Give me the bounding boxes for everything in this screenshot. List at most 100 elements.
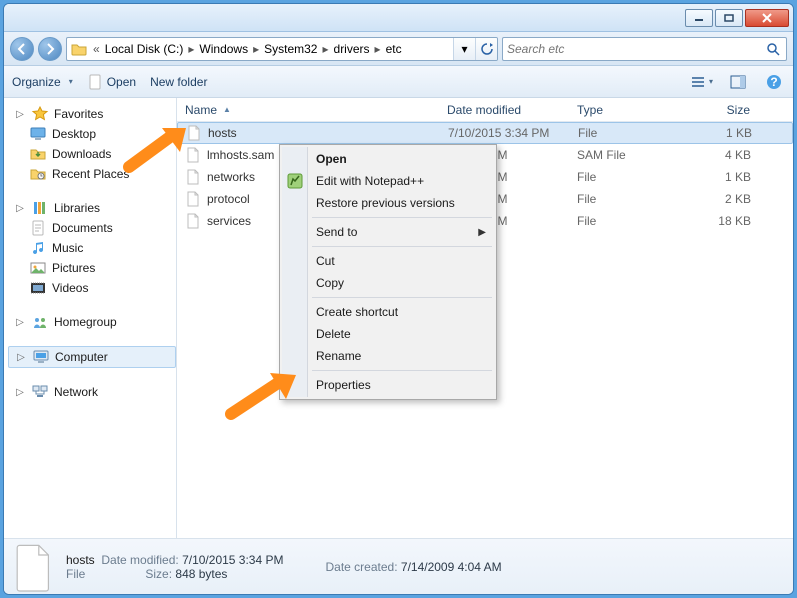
expander-icon[interactable]: ▷ [14,317,26,328]
new-folder-button[interactable]: New folder [150,75,207,89]
toolbar: Organize Open New folder ? [4,66,793,98]
close-button[interactable] [745,9,789,27]
file-row[interactable]: hosts 7/10/2015 3:34 PMFile1 KB [177,122,793,144]
open-icon [87,74,103,90]
column-size[interactable]: Size [669,98,759,121]
minimize-button[interactable] [685,9,713,27]
column-date[interactable]: Date modified [439,98,569,121]
file-type: File [569,192,669,206]
preview-pane-icon [731,76,745,88]
file-icon [185,191,201,207]
back-button[interactable] [10,37,34,61]
breadcrumb[interactable]: Windows [196,42,251,56]
breadcrumb[interactable]: System32 [261,42,320,56]
expander-icon[interactable]: ▷ [14,109,26,120]
file-name: services [207,214,251,228]
svg-text:?: ? [770,75,777,89]
network-group[interactable]: ▷ Network [8,382,176,402]
pictures-icon [30,260,46,276]
notepadpp-icon [287,173,303,189]
favorites-group[interactable]: ▷ Favorites [8,104,176,124]
file-size: 18 KB [669,214,759,228]
search-input[interactable] [507,42,766,56]
open-button[interactable]: Open [87,74,136,90]
address-bar[interactable]: « Local Disk (C:)▸ Windows▸ System32▸ dr… [66,37,498,61]
expander-icon[interactable]: ▷ [15,352,27,363]
file-name: lmhosts.sam [207,148,274,162]
ctx-rename[interactable]: Rename [282,345,494,367]
music-icon [30,240,46,256]
downloads-icon [30,146,46,162]
file-type: File [569,214,669,228]
documents-icon [30,220,46,236]
sidebar-item-pictures[interactable]: Pictures [8,258,176,278]
details-filename: hosts [66,553,95,567]
annotation-arrow-icon [124,122,194,177]
search-icon [766,42,782,56]
explorer-window: « Local Disk (C:)▸ Windows▸ System32▸ dr… [3,3,794,595]
sort-indicator-icon: ▲ [223,105,231,114]
favorites-icon [32,106,48,122]
expander-icon[interactable]: ▷ [14,203,26,214]
file-size: 2 KB [669,192,759,206]
videos-icon [30,280,46,296]
forward-button[interactable] [38,37,62,61]
file-name: hosts [208,126,237,140]
help-icon: ? [766,74,782,90]
file-name: protocol [207,192,250,206]
computer-group[interactable]: ▷ Computer [8,346,176,368]
file-type: File [570,126,670,140]
ctx-open[interactable]: Open [282,148,494,170]
file-size: 4 KB [669,148,759,162]
history-dropdown-button[interactable]: ▾ [453,38,475,60]
search-box[interactable] [502,37,787,61]
sidebar-item-videos[interactable]: Videos [8,278,176,298]
network-icon [32,384,48,400]
column-headers: Name▲ Date modified Type Size [177,98,793,122]
breadcrumb[interactable]: Local Disk (C:) [102,42,187,56]
sidebar-item-music[interactable]: Music [8,238,176,258]
libraries-icon [32,200,48,216]
refresh-icon [481,43,493,55]
refresh-button[interactable] [475,38,497,60]
ctx-properties[interactable]: Properties [282,374,494,396]
ctx-edit-notepadpp[interactable]: Edit with Notepad++ [282,170,494,192]
submenu-arrow-icon: ▶ [478,227,486,238]
maximize-button[interactable] [715,9,743,27]
details-kind: File [66,567,85,581]
homegroup-group[interactable]: ▷ Homegroup [8,312,176,332]
expander-icon[interactable]: ▷ [14,387,26,398]
view-icon [691,76,705,88]
file-type: SAM File [569,148,669,162]
folder-icon [71,41,87,57]
file-name: networks [207,170,255,184]
ctx-cut[interactable]: Cut [282,250,494,272]
file-icon [14,543,54,591]
ctx-copy[interactable]: Copy [282,272,494,294]
file-date: 7/10/2015 3:34 PM [440,126,570,140]
column-name[interactable]: Name▲ [177,98,439,121]
breadcrumb[interactable]: drivers [331,42,373,56]
file-size: 1 KB [669,170,759,184]
context-menu: Open Edit with Notepad++ Restore previou… [279,144,497,400]
address-bar-row: « Local Disk (C:)▸ Windows▸ System32▸ dr… [4,32,793,66]
desktop-icon [30,126,46,142]
ctx-restore[interactable]: Restore previous versions [282,192,494,214]
help-button[interactable]: ? [763,71,785,93]
breadcrumb[interactable]: etc [383,42,405,56]
recent-icon [30,166,46,182]
sidebar-item-documents[interactable]: Documents [8,218,176,238]
details-pane: hosts Date modified: 7/10/2015 3:34 PM F… [4,538,793,594]
computer-icon [33,349,49,365]
annotation-arrow-icon [226,369,306,424]
libraries-group[interactable]: ▷ Libraries [8,198,176,218]
view-button[interactable] [691,71,713,93]
organize-button[interactable]: Organize [12,75,73,89]
ctx-shortcut[interactable]: Create shortcut [282,301,494,323]
ctx-delete[interactable]: Delete [282,323,494,345]
homegroup-icon [32,314,48,330]
column-type[interactable]: Type [569,98,669,121]
ctx-sendto[interactable]: Send to▶ [282,221,494,243]
preview-pane-button[interactable] [727,71,749,93]
file-size: 1 KB [670,126,760,140]
